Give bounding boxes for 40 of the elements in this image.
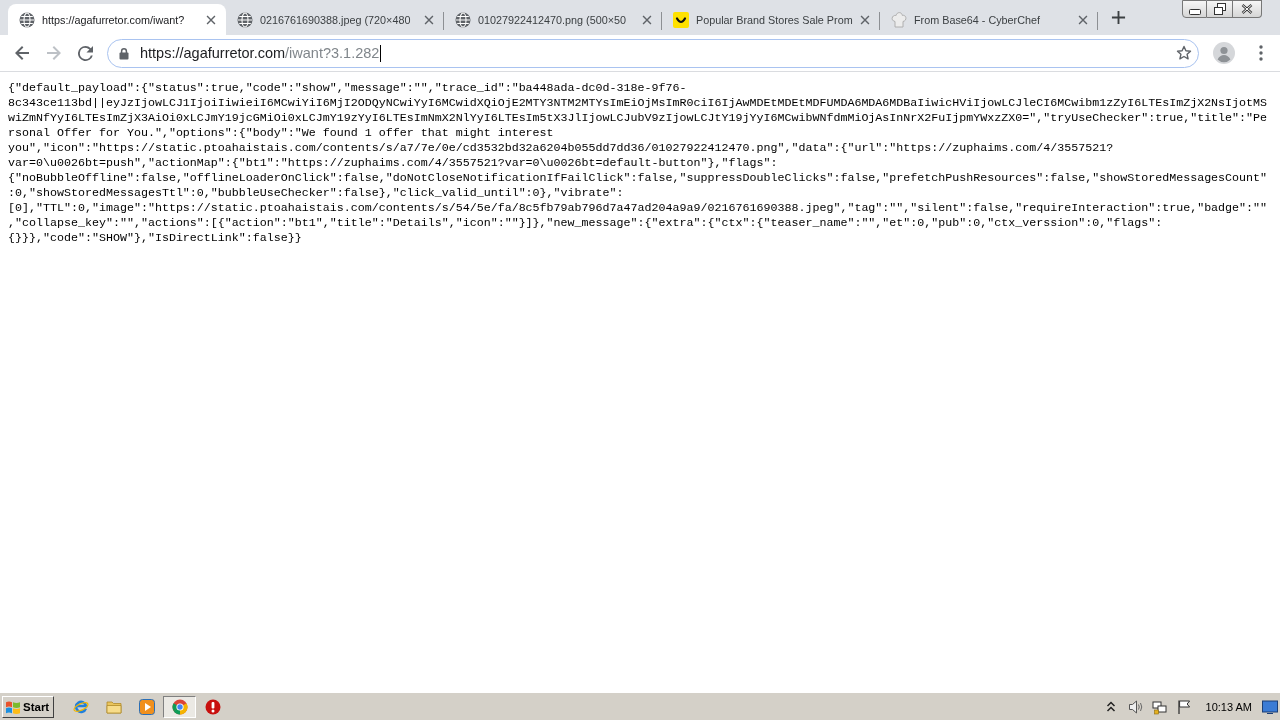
close-button[interactable] <box>1233 0 1262 18</box>
url-text: https://agafurretor.com/iwant?3.1.282 <box>140 45 380 61</box>
minimize-icon <box>1188 9 1201 15</box>
star-icon[interactable] <box>1176 45 1192 61</box>
monitor-icon[interactable] <box>1262 699 1278 714</box>
clock-text: 10:13 AM <box>1205 700 1252 713</box>
play-icon <box>138 698 155 715</box>
network-icon[interactable] <box>1151 698 1168 715</box>
browser-tab[interactable]: 01027922412470.png (500×50 <box>444 4 662 35</box>
text-cursor <box>380 44 382 62</box>
flag-icon[interactable] <box>1175 698 1192 715</box>
avatar-icon[interactable] <box>1213 42 1235 64</box>
globe-icon <box>237 11 253 28</box>
browser-logo-icon <box>171 698 188 715</box>
start-button[interactable]: Start <box>2 695 54 718</box>
close-icon <box>1241 4 1253 14</box>
browser-tab[interactable]: From Base64 - CyberChef <box>880 4 1098 35</box>
taskbar-button[interactable] <box>163 695 196 718</box>
smiley-icon <box>673 11 689 28</box>
browser-tab[interactable]: https://agafurretor.com/iwant? <box>8 4 226 35</box>
minimize-button[interactable] <box>1182 0 1207 18</box>
alert-icon <box>204 698 221 715</box>
flag-logo-icon <box>5 698 21 715</box>
speaker-icon[interactable] <box>1127 698 1144 715</box>
more-menu-icon[interactable] <box>1259 45 1263 61</box>
browser-tab[interactable]: 0216761690388.jpeg (720×480 <box>226 4 444 35</box>
restore-button[interactable] <box>1207 0 1233 18</box>
back-arrow-icon[interactable] <box>14 45 30 61</box>
chef-hat-icon <box>891 11 907 28</box>
globe-icon <box>455 11 471 28</box>
json-text: {"default_payload":{"status":true,"code":"show","message":"","trace_id":"ba448ada-dc0d-318e-9f76-8c343ce113bd||eyJzIjowLCJ1IjoiIiwieiI6MCwiYiI6MjI2ODQyNCwiYyI6MCwidXQiOjE2MTY3NTM2MTYsImEiOjMsImR0ciI6IjAwMDEtMDEtMDFUMDA6MDA6MDBaIiwicHViIjowLCJleCI6MCwibm1zZyI6LTEsImZjX2NsIjotMSwiZmNfYyI6LTEsImZjX3AiOi0xLCJmY19jcGMiOi0xLCJmY19zYyI6LTEsImNmX2NlYyI6LTEsIm5tX3JlIjowLCJubV9zIjowLCJtY19jYyI6MCwibWNfdmMiOjAsInNrX2FuIjpmYWxzZX0=","tryUseChecker":true,"title":"Personal Offer for You.","options":{"body":"We found 1 offer that might interest you","icon":"https://static.ptoahaistais.com/contents/s/a7/7e/0e/cd3532bd32a6204b055dd7dd36/01027922412470.png","data":{"url":"https://zuphaims.com/4/3557521?var=0\u0026bt=push","actionMap":{"bt1":"https://zuphaims.com/4/3557521?var=0\u0026bt=default-button"},"flags":{"noBubbleOffline":false,"offlineLoaderOnClick":false,"doNotCloseNotificationIfFailClick":false,"suppressDoubleClicks":false,"prefetchPushResources":false,"showStoredMessagesCount":0,"showStoredMessagesTtl":0,"bubbleUseChecker":false},"click_valid_until":0},"vibrate":[0],"TTL":0,"image":"https://static.ptoahaistais.com/contents/s/54/5e/fa/8c5fb79ab796d7a47ad204a9a9/0216761690388.jpeg","tag":"","silent":false,"requireInteraction":true,"badge":"","collapse_key":"","actions":[{"action":"bt1","title":"Details","icon":""}]},"new_message":{"extra":{"ctx":{"teaser_name":"","et":0,"pub":0,"ctx_verssion":0,"flags":{}}},"code":"SHOW"},"IsDirectLink":false}} <box>8 81 1269 246</box>
e-logo-icon <box>72 698 89 715</box>
browser-tab[interactable]: Popular Brand Stores Sale Prom <box>662 4 880 35</box>
reload-icon[interactable] <box>78 45 93 61</box>
globe-icon <box>19 11 35 28</box>
chevron-up-icon[interactable] <box>1105 699 1116 714</box>
restore-icon <box>1213 3 1226 15</box>
folder-icon <box>105 698 122 715</box>
lock-icon <box>119 46 129 60</box>
plus-icon[interactable] <box>1111 10 1126 25</box>
